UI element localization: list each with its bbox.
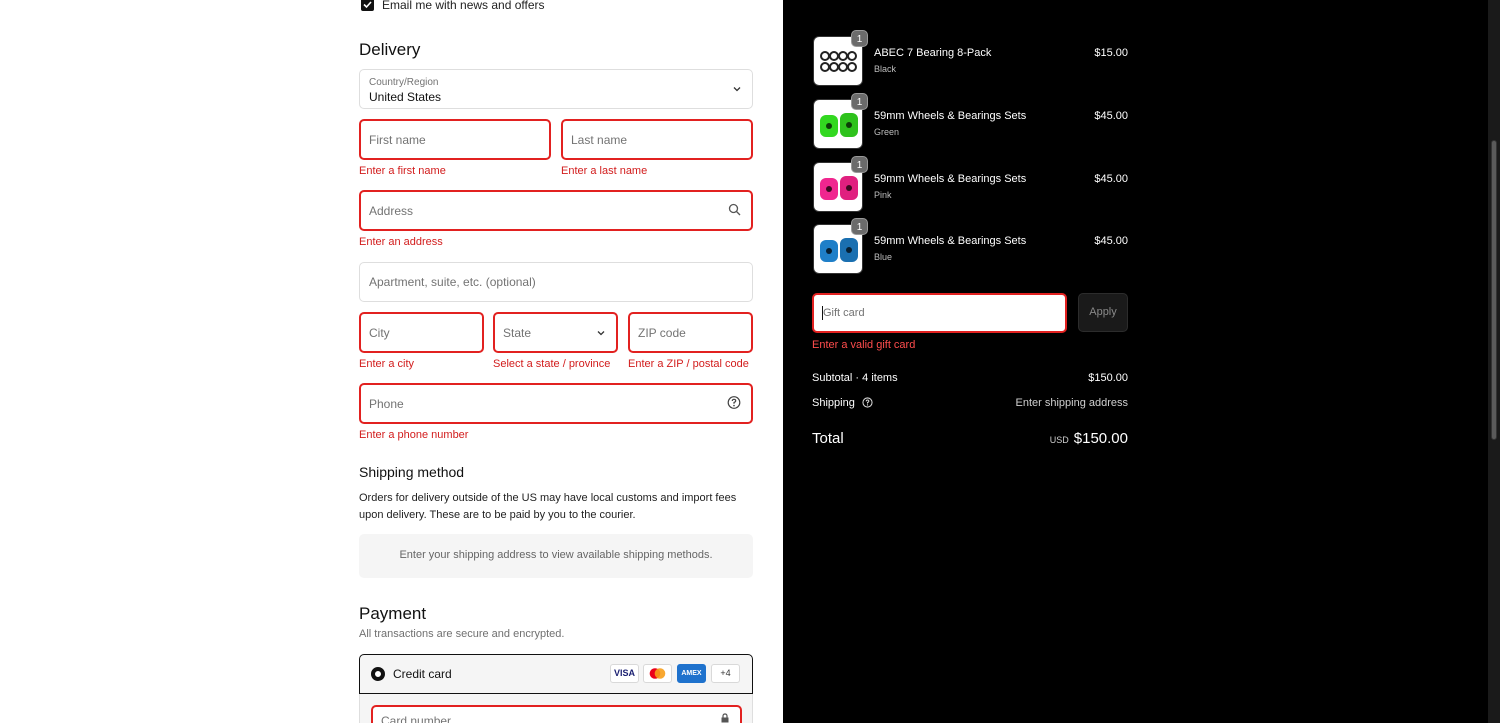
- country-value: United States: [369, 90, 442, 104]
- city-placeholder: City: [369, 325, 390, 340]
- item-variant: Pink: [874, 190, 892, 200]
- state-error: Select a state / province: [493, 358, 611, 370]
- gift-card-placeholder: Gift card: [823, 307, 865, 319]
- help-circle-icon[interactable]: [862, 397, 873, 411]
- city-field[interactable]: City: [359, 312, 484, 353]
- item-price: $45.00: [1094, 173, 1128, 185]
- item-price: $45.00: [1094, 235, 1128, 247]
- lock-icon: [720, 710, 730, 723]
- gift-card-input[interactable]: Gift card: [812, 293, 1067, 333]
- apartment-placeholder: Apartment, suite, etc. (optional): [369, 275, 536, 289]
- credit-card-option[interactable]: Credit card VISA AMEX +4: [359, 654, 753, 694]
- gift-card-error: Enter a valid gift card: [812, 339, 916, 351]
- card-number-placeholder: Card number: [381, 714, 452, 723]
- last-name-error: Enter a last name: [561, 165, 648, 177]
- amex-icon: AMEX: [677, 664, 706, 683]
- last-name-field[interactable]: Last name: [561, 119, 753, 160]
- first-name-field[interactable]: First name: [359, 119, 551, 160]
- zip-placeholder: ZIP code: [638, 325, 686, 340]
- credit-card-radio[interactable]: [371, 667, 385, 681]
- subtotal-label: Subtotal · 4 items: [812, 372, 898, 384]
- line-item: 1 ABEC 7 Bearing 8-Pack Black $15.00: [813, 30, 1128, 86]
- phone-field[interactable]: Phone: [359, 383, 753, 424]
- item-price: $45.00: [1094, 110, 1128, 122]
- line-item: 1 59mm Wheels & Bearings Sets Green $45.…: [813, 93, 1128, 149]
- shipping-method-heading: Shipping method: [359, 464, 465, 480]
- item-variant: Green: [874, 127, 900, 137]
- scrollbar[interactable]: [1488, 0, 1500, 723]
- shipping-note-line2: upon delivery. These are to be paid by y…: [359, 509, 636, 521]
- payment-heading: Payment: [359, 604, 427, 623]
- phone-error: Enter a phone number: [359, 429, 469, 441]
- item-name: 59mm Wheels & Bearings Sets: [874, 110, 1027, 122]
- quantity-badge: 1: [851, 93, 868, 110]
- email-news-label: Email me with news and offers: [382, 0, 545, 12]
- card-number-field[interactable]: Card number: [371, 705, 742, 723]
- search-icon: [728, 203, 741, 219]
- zip-field[interactable]: ZIP code: [628, 312, 753, 353]
- zip-error: Enter a ZIP / postal code: [628, 358, 749, 370]
- city-error: Enter a city: [359, 358, 415, 370]
- shipping-label: Shipping: [812, 397, 855, 409]
- chevron-down-icon: [732, 81, 742, 97]
- address-error: Enter an address: [359, 236, 443, 248]
- quantity-badge: 1: [851, 156, 868, 173]
- apply-button[interactable]: Apply: [1078, 293, 1128, 332]
- item-price: $15.00: [1094, 47, 1128, 59]
- help-circle-icon[interactable]: [727, 395, 741, 412]
- line-item: 1 59mm Wheels & Bearings Sets Pink $45.0…: [813, 156, 1128, 212]
- checkout-form-panel: Email me with news and offers Delivery C…: [0, 0, 783, 723]
- first-name-error: Enter a first name: [359, 165, 446, 177]
- item-name: 59mm Wheels & Bearings Sets: [874, 235, 1027, 247]
- shipping-note: Orders for delivery outside of the US ma…: [359, 490, 753, 524]
- item-name: 59mm Wheels & Bearings Sets: [874, 173, 1027, 185]
- subtotal-value: $150.00: [1088, 372, 1128, 384]
- item-variant: Black: [874, 64, 897, 74]
- shipping-note-line1: Orders for delivery outside of the US ma…: [359, 492, 737, 504]
- payment-subtitle: All transactions are secure and encrypte…: [359, 628, 565, 640]
- total-value: $150.00: [1073, 430, 1128, 447]
- line-item: 1 59mm Wheels & Bearings Sets Blue $45.0…: [813, 218, 1128, 274]
- first-name-placeholder: First name: [369, 132, 426, 147]
- shipping-methods-placeholder-text: Enter your shipping address to view avai…: [399, 549, 713, 561]
- subtotal-row: Subtotal · 4 items $150.00: [812, 372, 1128, 384]
- total-row: Total USD $150.00: [812, 430, 1128, 447]
- total-amount: USD $150.00: [1050, 430, 1128, 447]
- shipping-value: Enter shipping address: [1015, 397, 1128, 409]
- delivery-heading: Delivery: [359, 40, 421, 59]
- address-field[interactable]: Address: [359, 190, 753, 231]
- phone-placeholder: Phone: [369, 396, 404, 411]
- card-details-area: Card number: [359, 694, 753, 723]
- order-summary-panel: 1 ABEC 7 Bearing 8-Pack Black $15.00 1 5…: [783, 0, 1500, 723]
- chevron-down-icon: [596, 325, 606, 341]
- last-name-placeholder: Last name: [571, 132, 628, 147]
- apartment-field[interactable]: Apartment, suite, etc. (optional): [359, 262, 753, 302]
- mastercard-icon: [643, 664, 672, 683]
- more-cards-badge: +4: [711, 664, 740, 683]
- item-name: ABEC 7 Bearing 8-Pack: [874, 47, 992, 59]
- credit-card-label: Credit card: [393, 667, 452, 681]
- address-placeholder: Address: [369, 203, 414, 218]
- item-variant: Blue: [874, 252, 893, 262]
- country-label: Country/Region: [369, 77, 439, 88]
- state-select[interactable]: State: [493, 312, 618, 353]
- country-select[interactable]: Country/Region United States: [359, 69, 753, 109]
- total-label: Total: [812, 430, 844, 447]
- shipping-row: Shipping Enter shipping address: [812, 397, 1128, 411]
- quantity-badge: 1: [851, 218, 868, 235]
- state-placeholder: State: [503, 325, 532, 340]
- scrollbar-thumb[interactable]: [1491, 140, 1497, 440]
- quantity-badge: 1: [851, 30, 868, 47]
- currency-code: USD: [1049, 435, 1069, 445]
- email-news-checkbox[interactable]: [361, 0, 374, 11]
- shipping-methods-placeholder: Enter your shipping address to view avai…: [359, 534, 753, 578]
- visa-icon: VISA: [610, 664, 639, 683]
